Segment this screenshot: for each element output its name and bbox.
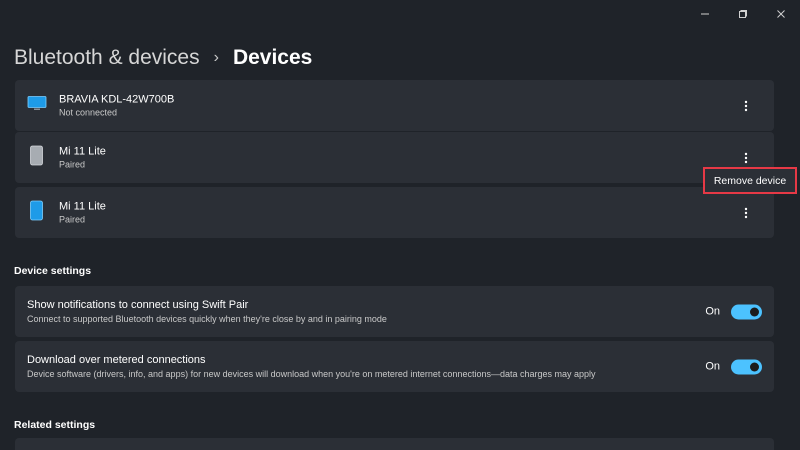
device-settings-heading: Device settings [14, 265, 92, 277]
setting-description: Connect to supported Bluetooth devices q… [27, 313, 387, 324]
device-name: Mi 11 Lite [59, 200, 106, 212]
device-card-bravia[interactable]: BRAVIA KDL-42W700B Not connected [15, 80, 774, 131]
close-button[interactable] [762, 0, 800, 28]
swift-pair-toggle[interactable] [731, 304, 762, 319]
more-vertical-icon [744, 207, 748, 218]
more-vertical-icon [744, 152, 748, 163]
device-info: BRAVIA KDL-42W700B Not connected [59, 92, 174, 119]
device-status: Not connected [59, 107, 118, 117]
toggle-knob [750, 362, 759, 371]
tv-icon [27, 95, 47, 116]
device-status: Paired [59, 159, 86, 169]
metered-download-setting: Download over metered connections Device… [15, 341, 774, 392]
more-options-button[interactable] [734, 94, 758, 118]
device-info: Mi 11 Lite Paired [59, 199, 106, 226]
phone-gray-icon [30, 145, 43, 170]
page-title: Devices [232, 46, 313, 69]
device-info: Mi 11 Lite Paired [59, 144, 106, 171]
maximize-button[interactable] [724, 0, 762, 28]
toggle-state-label: On [705, 360, 720, 373]
breadcrumb-separator: › [213, 49, 219, 66]
remove-device-menu-item[interactable]: Remove device [703, 167, 797, 194]
more-vertical-icon [744, 100, 748, 111]
breadcrumb: Bluetooth & devices › Devices [14, 42, 312, 74]
device-name: BRAVIA KDL-42W700B [59, 93, 175, 105]
minimize-icon [701, 13, 709, 15]
device-card-mi-11-lite[interactable]: Mi 11 Lite Paired [15, 132, 774, 183]
minimize-button[interactable] [686, 0, 724, 28]
device-status: Paired [59, 214, 86, 224]
metered-toggle-group: On [705, 359, 762, 374]
swift-pair-toggle-group: On [705, 304, 762, 319]
metered-download-toggle[interactable] [731, 359, 762, 374]
toggle-state-label: On [705, 305, 720, 318]
more-options-button[interactable] [734, 146, 758, 170]
related-settings-card[interactable] [15, 438, 774, 450]
more-options-button[interactable] [734, 201, 758, 225]
toggle-knob [750, 307, 759, 316]
related-settings-heading: Related settings [14, 419, 96, 431]
setting-title: Show notifications to connect using Swif… [27, 298, 249, 311]
device-card-mi-11-lite-2[interactable]: Mi 11 Lite Paired [15, 187, 774, 238]
window-controls [686, 0, 800, 28]
breadcrumb-parent-link[interactable]: Bluetooth & devices [14, 46, 200, 70]
setting-title: Download over metered connections [27, 353, 206, 366]
setting-description: Device software (drivers, info, and apps… [27, 368, 596, 379]
phone-blue-icon [30, 200, 43, 225]
close-icon [777, 10, 785, 18]
setting-text: Show notifications to connect using Swif… [27, 298, 387, 326]
swift-pair-setting: Show notifications to connect using Swif… [15, 286, 774, 337]
setting-text: Download over metered connections Device… [27, 353, 596, 381]
restore-icon [739, 10, 747, 18]
device-name: Mi 11 Lite [59, 145, 106, 157]
